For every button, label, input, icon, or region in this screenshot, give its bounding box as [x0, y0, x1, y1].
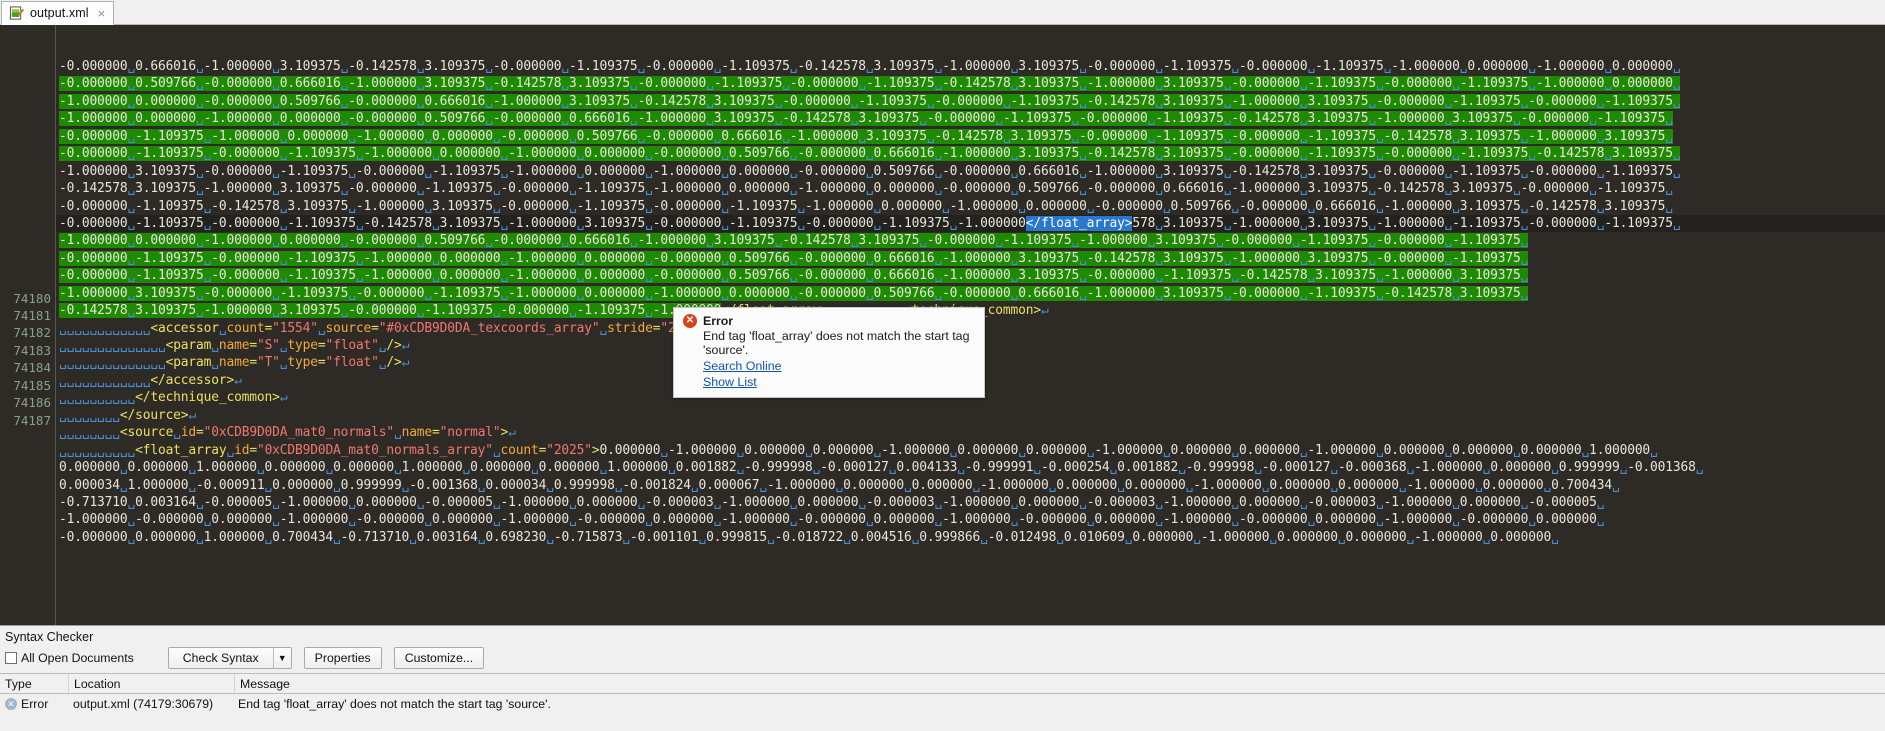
- line-number: 74183: [13, 342, 51, 358]
- results-table-header: Type Location Message: [0, 673, 1885, 694]
- column-header-type[interactable]: Type: [0, 677, 68, 691]
- code-line-wrapped[interactable]: -0.000000␣0.509766␣-0.000000␣0.666016␣-1…: [56, 75, 1885, 92]
- syntax-checker-panel: Syntax Checker All Open Documents Check …: [0, 625, 1885, 731]
- code-line-wrapped[interactable]: -0.000000␣0.000000␣1.000000␣0.700434␣-0.…: [56, 529, 1885, 546]
- selected-end-tag[interactable]: </float_array>: [1025, 215, 1132, 231]
- code-line-wrapped[interactable]: -1.000000␣0.000000␣-1.000000␣0.000000␣-0…: [56, 110, 1885, 127]
- line-number: 74186: [13, 395, 51, 411]
- code-line-wrapped[interactable]: -1.000000␣0.000000␣-0.000000␣0.509766␣-0…: [56, 93, 1885, 110]
- cell-type-text: Error: [21, 697, 49, 711]
- code-line-74187[interactable]: ␣␣␣␣␣␣␣␣␣␣<float_array␣id="0xCDB9D0DA_ma…: [56, 442, 1885, 459]
- column-header-message[interactable]: Message: [235, 677, 1885, 691]
- notepad-xml-editor-window: output.xml × 74180 74181 74182 74183 74184 74…: [0, 0, 1885, 731]
- tab-label: output.xml: [30, 6, 89, 20]
- cell-type: ✕ Error: [0, 697, 68, 711]
- code-line-wrapped[interactable]: -1.000000␣3.109375␣-0.000000␣-1.109375␣-…: [56, 163, 1885, 180]
- line-number: 74187: [13, 412, 51, 428]
- error-circle-icon: ✕: [5, 698, 17, 710]
- line-number: 74181: [13, 308, 51, 323]
- line-number: 74180: [13, 290, 51, 306]
- tab-output-xml[interactable]: output.xml ×: [1, 1, 115, 25]
- code-line-74186[interactable]: ␣␣␣␣␣␣␣␣<source␣id="0xCDB9D0DA_mat0_norm…: [56, 424, 1885, 441]
- customize-button[interactable]: Customize...: [393, 646, 485, 669]
- error-tooltip-message: End tag 'float_array' does not match the…: [703, 329, 970, 357]
- chevron-down-icon[interactable]: ▼: [272, 647, 291, 668]
- code-line-74185[interactable]: ␣␣␣␣␣␣␣␣</source>↵: [56, 407, 1885, 424]
- code-line-wrapped[interactable]: -1.000000␣0.000000␣-1.000000␣0.000000␣-0…: [56, 232, 1885, 249]
- line-number: 74182: [13, 325, 51, 341]
- code-line-wrapped[interactable]: -0.000000␣-1.109375␣-1.000000␣0.000000␣-…: [56, 128, 1885, 145]
- code-line-wrapped[interactable]: -0.000000␣-1.109375␣-0.000000␣-1.109375␣…: [56, 267, 1885, 284]
- code-line-wrapped[interactable]: -0.713710␣0.003164␣-0.000005␣-1.000000␣0…: [56, 494, 1885, 511]
- error-circle-icon: ✕: [683, 314, 697, 328]
- error-tooltip-title: Error: [703, 314, 734, 328]
- results-table-body: ✕ Error output.xml (74179:30679) End tag 'f…: [0, 694, 1885, 714]
- code-line-wrapped[interactable]: 0.000000␣0.000000␣1.000000␣0.000000␣0.00…: [56, 459, 1885, 476]
- error-tooltip-header: ✕ Error: [683, 314, 975, 328]
- code-line-wrapped[interactable]: -0.000000␣0.666016␣-1.000000␣3.109375␣-0…: [56, 58, 1885, 75]
- line-number: 74184: [13, 360, 51, 376]
- code-line-wrapped[interactable]: -1.000000␣3.109375␣-0.000000␣-1.109375␣-…: [56, 285, 1885, 302]
- tab-bar: output.xml ×: [0, 0, 1885, 25]
- code-editor[interactable]: 74180 74181 74182 74183 74184 74185 74186 74187…: [0, 25, 1885, 625]
- panel-toolbar: All Open Documents Check Syntax ▼ Proper…: [0, 646, 1885, 673]
- show-list-link[interactable]: Show List: [683, 374, 975, 390]
- all-open-documents-label: All Open Documents: [21, 650, 134, 665]
- all-open-documents-checkbox[interactable]: [5, 651, 17, 664]
- code-line-wrapped[interactable]: -0.000000␣-1.109375␣-0.000000␣-1.109375␣…: [56, 250, 1885, 267]
- properties-button[interactable]: Properties: [303, 646, 382, 669]
- cell-message: End tag 'float_array' does not match the…: [238, 697, 551, 711]
- code-line-wrapped[interactable]: -0.000000␣-1.109375␣-0.142578␣3.109375␣-…: [56, 198, 1885, 215]
- column-header-location[interactable]: Location: [69, 677, 234, 691]
- line-number-gutter: 74180 74181 74182 74183 74184 74185 74186 74187: [0, 25, 56, 625]
- table-row[interactable]: ✕ Error output.xml (74179:30679) End tag 'f…: [0, 694, 1885, 714]
- close-icon[interactable]: ×: [98, 7, 106, 20]
- all-open-documents-checkbox-wrap[interactable]: All Open Documents: [5, 651, 134, 665]
- code-line-wrapped[interactable]: -0.000000␣-1.109375␣-0.000000␣-1.109375␣…: [56, 145, 1885, 162]
- panel-title: Syntax Checker: [5, 630, 94, 644]
- code-line-wrapped[interactable]: 0.000034␣1.000000␣-0.000911␣0.000000␣0.9…: [56, 477, 1885, 494]
- check-syntax-split-button[interactable]: Check Syntax ▼: [167, 646, 292, 669]
- document-edit-icon: [9, 5, 24, 21]
- line-number: 74185: [13, 377, 51, 393]
- code-line-wrapped[interactable]: -1.000000␣-0.000000␣0.000000␣-1.000000␣-…: [56, 511, 1885, 528]
- check-syntax-button[interactable]: Check Syntax: [169, 648, 273, 668]
- code-line-wrapped[interactable]: -0.142578␣3.109375␣-1.000000␣3.109375␣-0…: [56, 180, 1885, 197]
- cell-location: output.xml (74179:30679): [73, 697, 214, 711]
- search-online-link[interactable]: Search Online: [683, 358, 975, 374]
- tab-bar-empty-area: [114, 0, 1885, 24]
- error-tooltip: ✕ Error End tag 'float_array' does not m…: [673, 307, 985, 398]
- code-line-current[interactable]: -0.000000␣-1.109375␣-0.000000␣-1.109375␣…: [56, 214, 1885, 233]
